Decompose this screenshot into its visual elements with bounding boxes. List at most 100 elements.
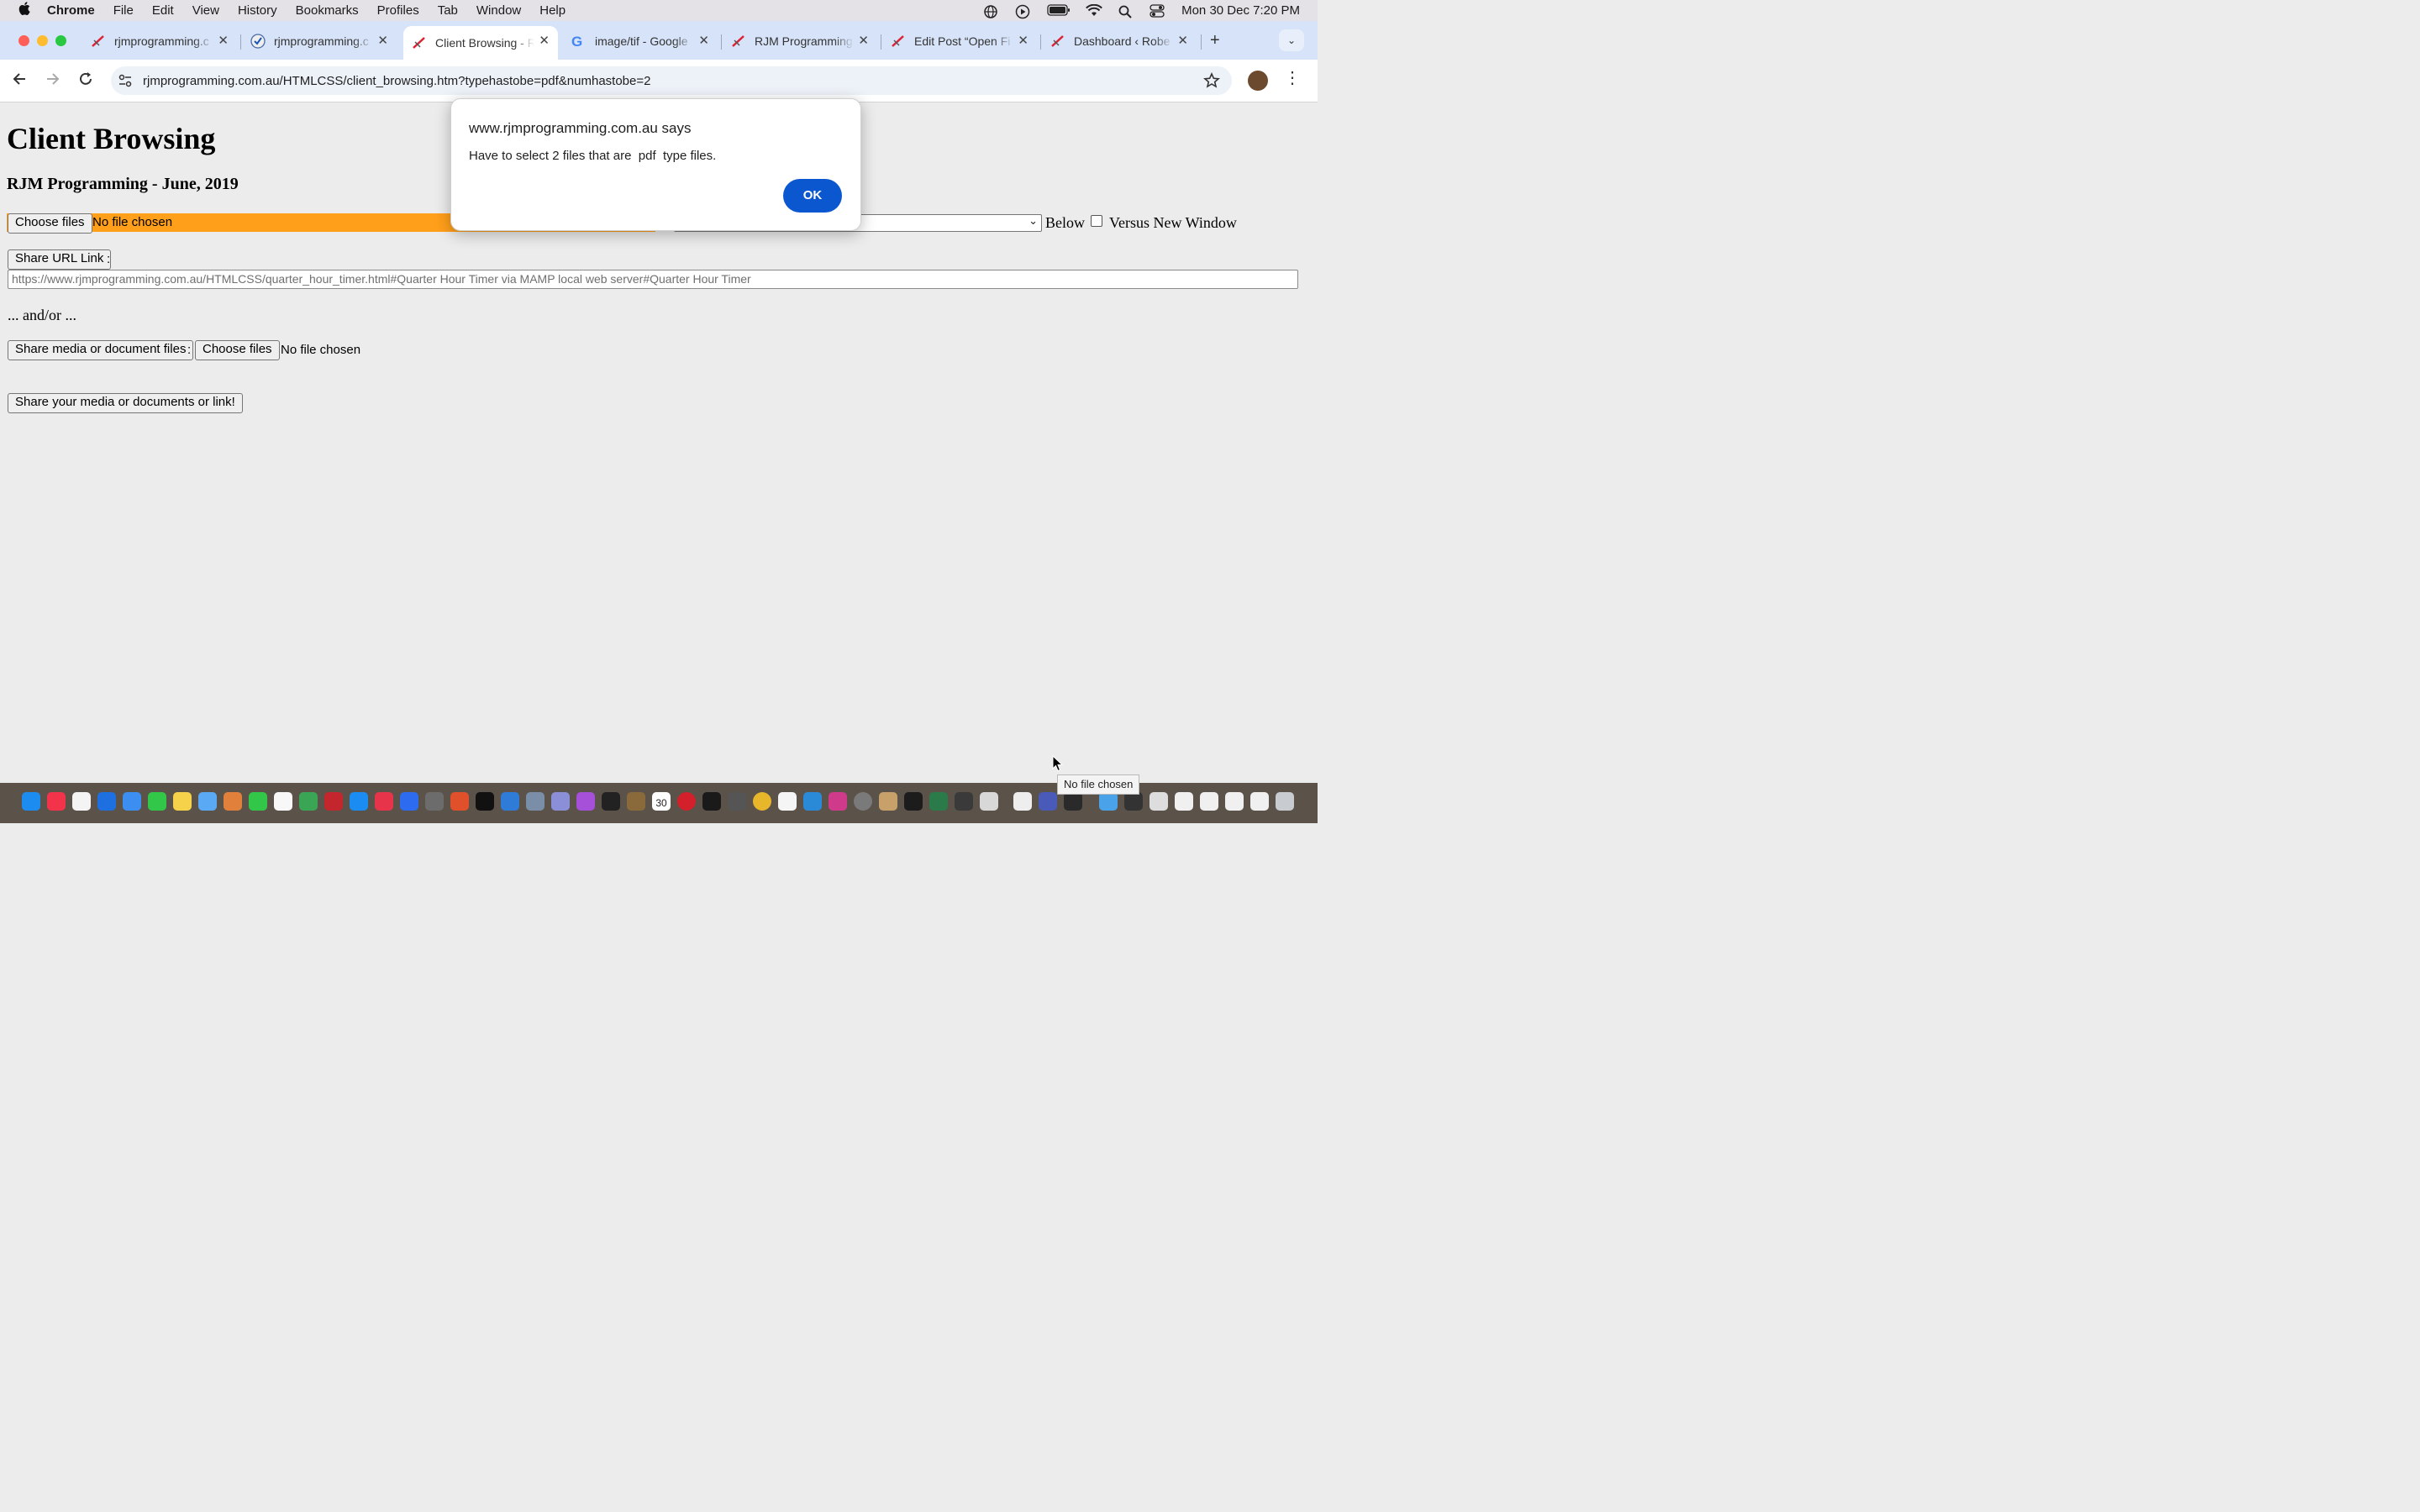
wifi-icon[interactable] <box>1086 3 1103 18</box>
zoom-icon[interactable] <box>400 792 418 811</box>
news-icon[interactable] <box>375 792 393 811</box>
teams-icon[interactable] <box>1039 792 1057 811</box>
menu-view[interactable]: View <box>192 3 219 18</box>
forward-arrow-icon[interactable] <box>44 71 60 92</box>
chrome-icon[interactable] <box>753 792 771 811</box>
menu-tab[interactable]: Tab <box>438 3 458 18</box>
firefox-icon[interactable] <box>450 792 469 811</box>
share-submit-button[interactable]: Share your media or documents or link! <box>8 393 243 413</box>
bbedit-icon[interactable] <box>551 792 570 811</box>
messages-icon[interactable] <box>148 792 166 811</box>
share-url-input[interactable]: https://www.rjmprogramming.com.au/HTMLCS… <box>8 270 1298 289</box>
menubar-clock[interactable]: Mon 30 Dec 7:20 PM <box>1181 3 1300 18</box>
share-media-button[interactable]: Share media or document files <box>8 340 194 360</box>
more-menu-icon[interactable]: ⋮ <box>1284 70 1301 87</box>
back-arrow-icon[interactable] <box>12 71 29 92</box>
site-settings-icon[interactable] <box>118 73 133 92</box>
terminal-icon[interactable] <box>602 792 620 811</box>
window-thumbnail-icon[interactable] <box>1150 792 1168 811</box>
tab-edit-post[interactable]: Edit Post “Open Fi ✕ <box>882 26 1037 56</box>
podcasts-icon[interactable] <box>576 792 595 811</box>
opera-icon[interactable] <box>677 792 696 811</box>
calendar-icon[interactable]: 30 <box>652 792 671 811</box>
maps-icon[interactable] <box>198 792 217 811</box>
notes-icon[interactable] <box>173 792 192 811</box>
tab-client-browsing[interactable]: Client Browsing - R ✕ <box>403 26 558 60</box>
paint-icon[interactable] <box>879 792 897 811</box>
tab-rjmprogramming-1[interactable]: rjmprogramming.c ✕ <box>82 26 237 56</box>
ok-button[interactable]: OK <box>783 179 842 213</box>
calculator-icon[interactable] <box>728 792 746 811</box>
close-window-button[interactable] <box>18 35 29 46</box>
tab-close-icon[interactable]: ✕ <box>539 33 550 48</box>
find-my-icon[interactable] <box>299 792 318 811</box>
window-thumbnail-icon[interactable] <box>1124 792 1143 811</box>
mail-icon[interactable] <box>123 792 141 811</box>
launchpad-icon[interactable] <box>72 792 91 811</box>
archive-icon[interactable] <box>627 792 645 811</box>
window-thumbnail-icon[interactable] <box>1200 792 1218 811</box>
inkscape-icon[interactable] <box>929 792 948 811</box>
photos-icon[interactable] <box>224 792 242 811</box>
textedit-icon[interactable] <box>778 792 797 811</box>
tab-close-icon[interactable]: ✕ <box>858 33 869 48</box>
tab-close-icon[interactable]: ✕ <box>377 33 388 48</box>
tab-google-search[interactable]: G image/tif - Google ✕ <box>563 26 718 56</box>
apple-tv-icon[interactable] <box>476 792 494 811</box>
menu-edit[interactable]: Edit <box>152 3 174 18</box>
music-icon[interactable] <box>47 792 66 811</box>
versus-new-window-checkbox[interactable] <box>1091 215 1102 227</box>
menu-history[interactable]: History <box>238 3 277 18</box>
tab-close-icon[interactable]: ✕ <box>218 33 229 48</box>
address-bar[interactable]: rjmprogramming.com.au/HTMLCSS/client_bro… <box>111 66 1232 95</box>
reload-icon[interactable] <box>77 71 94 92</box>
tab-dashboard[interactable]: Dashboard ‹ Robe ✕ <box>1042 26 1197 56</box>
zoom-window-button[interactable] <box>55 35 66 46</box>
spotlight-search-icon[interactable] <box>1118 4 1134 18</box>
bookmark-star-icon[interactable] <box>1203 72 1220 93</box>
apple-icon[interactable] <box>18 1 35 20</box>
choose-files-button[interactable]: Choose files <box>8 213 92 234</box>
url-text[interactable]: rjmprogramming.com.au/HTMLCSS/client_bro… <box>143 74 650 88</box>
document-icon[interactable] <box>274 792 292 811</box>
window-thumbnail-icon[interactable] <box>1250 792 1269 811</box>
new-tab-plus-icon[interactable]: + <box>1210 31 1220 50</box>
terminal-2-icon[interactable] <box>904 792 923 811</box>
utility-icon[interactable] <box>425 792 444 811</box>
window-thumbnail-icon[interactable] <box>1175 792 1193 811</box>
script-editor-icon[interactable] <box>1013 792 1032 811</box>
filezilla-icon[interactable] <box>324 792 343 811</box>
menu-window[interactable]: Window <box>476 3 521 18</box>
tab-close-icon[interactable]: ✕ <box>1177 33 1188 48</box>
intellij-icon[interactable] <box>829 792 847 811</box>
quicktime-icon[interactable] <box>803 792 822 811</box>
menu-profiles[interactable]: Profiles <box>377 3 419 18</box>
downloads-folder-icon[interactable] <box>1099 792 1118 811</box>
choose-files-button-2[interactable]: Choose files <box>195 340 280 360</box>
console-icon[interactable] <box>702 792 721 811</box>
menu-file[interactable]: File <box>113 3 134 18</box>
tab-close-icon[interactable]: ✕ <box>1018 33 1028 48</box>
trash-icon[interactable] <box>1276 792 1294 811</box>
battery-icon[interactable] <box>1047 3 1071 18</box>
menu-help[interactable]: Help <box>539 3 566 18</box>
system-settings-icon[interactable] <box>854 792 872 811</box>
window-thumbnail-icon[interactable] <box>1225 792 1244 811</box>
minimize-window-button[interactable] <box>37 35 48 46</box>
play-icon[interactable] <box>1015 4 1032 18</box>
tab-search-chevron-icon[interactable]: ⌄ <box>1279 29 1304 51</box>
control-center-icon[interactable] <box>1150 3 1166 18</box>
xcode-icon[interactable] <box>501 792 519 811</box>
menu-app-name[interactable]: Chrome <box>47 3 95 18</box>
elephant-icon[interactable] <box>980 792 998 811</box>
tab-rjm-programming[interactable]: RJM Programming ✕ <box>723 26 877 56</box>
gimp-icon[interactable] <box>955 792 973 811</box>
preview-icon[interactable] <box>526 792 544 811</box>
share-url-link-button[interactable]: Share URL Link <box>8 249 112 270</box>
xquartz-icon[interactable] <box>1064 792 1082 811</box>
menu-bookmarks[interactable]: Bookmarks <box>296 3 359 18</box>
tab-rjmprogramming-2[interactable]: rjmprogramming.c ✕ <box>242 26 397 56</box>
app-store-icon[interactable] <box>350 792 368 811</box>
facetime-icon[interactable] <box>249 792 267 811</box>
profile-avatar[interactable] <box>1248 71 1268 91</box>
